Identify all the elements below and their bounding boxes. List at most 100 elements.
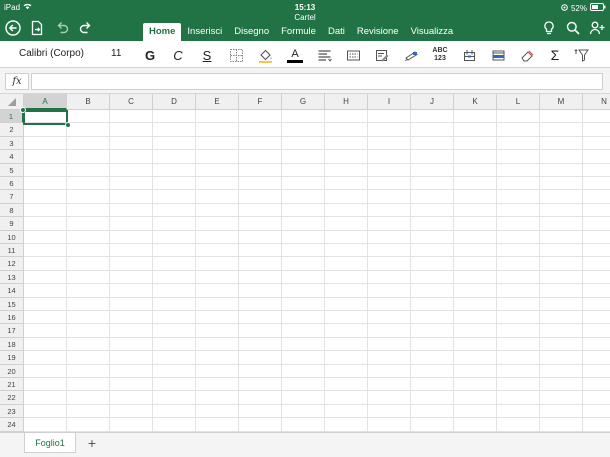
column-gridline bbox=[496, 110, 497, 432]
column-gridline bbox=[152, 110, 153, 432]
column-header-h[interactable]: H bbox=[325, 94, 368, 110]
status-right: 52% bbox=[561, 3, 606, 13]
column-header-d[interactable]: D bbox=[153, 94, 196, 110]
column-header-l[interactable]: L bbox=[497, 94, 540, 110]
status-time: 15:13 bbox=[294, 3, 316, 12]
wrap-text-icon[interactable] bbox=[372, 45, 392, 65]
fill-color-icon[interactable] bbox=[255, 45, 275, 65]
selection-handle-bottom-right[interactable] bbox=[65, 122, 71, 128]
row-header-23[interactable]: 23 bbox=[0, 404, 24, 419]
align-icon[interactable] bbox=[314, 45, 334, 65]
column-header-n[interactable]: N bbox=[583, 94, 610, 110]
search-icon[interactable] bbox=[564, 19, 582, 37]
sort-filter-icon[interactable] bbox=[571, 45, 591, 65]
row-header-18[interactable]: 18 bbox=[0, 337, 24, 352]
column-gridline bbox=[582, 110, 583, 432]
row-header-11[interactable]: 11 bbox=[0, 244, 24, 258]
tab-inserisci[interactable]: Inserisci bbox=[181, 23, 228, 41]
borders-icon[interactable] bbox=[226, 45, 246, 65]
row-gridline bbox=[24, 283, 610, 285]
selection-handle-top-left[interactable] bbox=[20, 107, 26, 113]
column-header-i[interactable]: I bbox=[368, 94, 411, 110]
row-header-14[interactable]: 14 bbox=[0, 284, 24, 298]
undo-icon[interactable] bbox=[53, 19, 71, 37]
sheet-tab-foglio1[interactable]: Foglio1 bbox=[24, 433, 76, 453]
column-gridline bbox=[195, 110, 196, 432]
column-header-c[interactable]: C bbox=[110, 94, 153, 110]
tab-visualizza[interactable]: Visualizza bbox=[405, 23, 460, 41]
row-header-20[interactable]: 20 bbox=[0, 364, 24, 378]
row-gridline bbox=[24, 162, 610, 164]
row-gridline bbox=[24, 176, 610, 177]
back-arrow-circle-icon[interactable] bbox=[4, 19, 22, 37]
row-gridline bbox=[24, 229, 610, 231]
column-header-k[interactable]: K bbox=[454, 94, 497, 110]
column-header-f[interactable]: F bbox=[239, 94, 282, 110]
autosum-button[interactable]: Σ bbox=[545, 45, 565, 65]
column-gridline bbox=[109, 110, 110, 432]
column-header-j[interactable]: J bbox=[411, 94, 454, 110]
column-gridline bbox=[238, 110, 239, 432]
row-header-16[interactable]: 16 bbox=[0, 311, 24, 325]
formula-input[interactable] bbox=[31, 73, 603, 90]
column-gridline bbox=[410, 110, 411, 432]
font-name-picker[interactable]: Calibri (Corpo) bbox=[19, 48, 84, 59]
location-icon bbox=[561, 3, 568, 13]
file-icon[interactable] bbox=[28, 19, 46, 37]
function-button[interactable]: fx bbox=[5, 73, 29, 90]
column-header-a[interactable]: A bbox=[24, 94, 67, 110]
column-header-m[interactable]: M bbox=[540, 94, 583, 110]
column-header-b[interactable]: B bbox=[67, 94, 110, 110]
row-header-15[interactable]: 15 bbox=[0, 297, 24, 311]
add-sheet-button[interactable]: + bbox=[84, 435, 100, 451]
tab-disegno[interactable]: Disegno bbox=[228, 23, 275, 41]
row-header-9[interactable]: 9 bbox=[0, 217, 24, 231]
lightbulb-icon[interactable] bbox=[540, 19, 558, 37]
row-header-21[interactable]: 21 bbox=[0, 378, 24, 392]
row-header-12[interactable]: 12 bbox=[0, 257, 24, 271]
row-gridline bbox=[24, 310, 610, 311]
italic-button[interactable]: C bbox=[168, 45, 188, 65]
active-cell[interactable] bbox=[20, 107, 71, 128]
tab-formule[interactable]: Formule bbox=[275, 23, 322, 41]
column-header-e[interactable]: E bbox=[196, 94, 239, 110]
row-header-22[interactable]: 22 bbox=[0, 391, 24, 405]
bold-button[interactable]: G bbox=[140, 45, 160, 65]
row-header-2[interactable]: 2 bbox=[0, 123, 24, 137]
ribbon-toolbar: Calibri (Corpo) 11 G C S A ABC 123 Σ bbox=[0, 41, 610, 68]
tab-dati[interactable]: Dati bbox=[322, 23, 351, 41]
spelling-button[interactable]: ABC 123 bbox=[430, 45, 450, 65]
row-gridline bbox=[24, 350, 610, 352]
tab-revisione[interactable]: Revisione bbox=[351, 23, 405, 41]
add-person-icon[interactable] bbox=[588, 19, 606, 37]
cell-format-icon[interactable] bbox=[343, 45, 363, 65]
row-header-8[interactable]: 8 bbox=[0, 203, 24, 218]
column-gridline bbox=[453, 110, 454, 432]
column-gridline bbox=[367, 110, 368, 432]
tab-home[interactable]: Home bbox=[143, 23, 182, 41]
row-header-7[interactable]: 7 bbox=[0, 190, 24, 204]
row-header-17[interactable]: 17 bbox=[0, 324, 24, 338]
row-header-5[interactable]: 5 bbox=[0, 163, 24, 177]
eraser-icon[interactable] bbox=[517, 45, 537, 65]
insert-cells-icon[interactable] bbox=[488, 45, 508, 65]
number-format-icon[interactable] bbox=[401, 45, 421, 65]
spreadsheet-grid[interactable]: ABCDEFGHIJKLMN 1 2 3 4 5 6 7 8 9 10 11 12 13 14 15 16 17… bbox=[0, 94, 610, 432]
row-header-10[interactable]: 10 bbox=[0, 230, 24, 244]
row-header-3[interactable]: 3 bbox=[0, 136, 24, 151]
row-gridline bbox=[24, 216, 610, 218]
font-size-picker[interactable]: 11 bbox=[111, 48, 121, 59]
redo-icon[interactable] bbox=[77, 19, 95, 37]
battery-percent: 52% bbox=[570, 3, 587, 13]
row-header-4[interactable]: 4 bbox=[0, 150, 24, 164]
row-gridline bbox=[24, 256, 610, 258]
row-header-19[interactable]: 19 bbox=[0, 351, 24, 365]
font-color-button[interactable]: A bbox=[285, 45, 305, 65]
underline-button[interactable]: S bbox=[197, 45, 217, 65]
row-header-24[interactable]: 24 bbox=[0, 418, 24, 432]
row-header-6[interactable]: 6 bbox=[0, 177, 24, 191]
row-header-13[interactable]: 13 bbox=[0, 270, 24, 285]
column-header-g[interactable]: G bbox=[282, 94, 325, 110]
merge-cells-icon[interactable] bbox=[459, 45, 479, 65]
row-gridline bbox=[24, 363, 610, 365]
